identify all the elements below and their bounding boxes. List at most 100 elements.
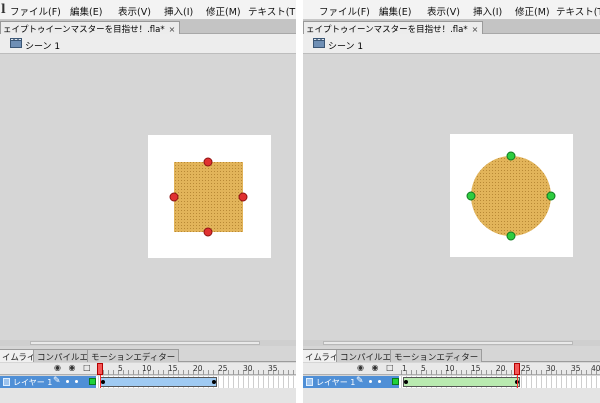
stage[interactable] [450,134,573,257]
layer-cell[interactable]: レイヤー 1 ✎ [0,376,96,388]
shape-tween-span[interactable] [100,377,217,387]
layer-row[interactable]: レイヤー 1 ✎ [0,376,296,388]
circle-shape[interactable] [471,156,551,236]
timeline-footer [0,388,296,403]
outline-icon[interactable]: □ [386,363,394,372]
menu-text[interactable]: テキスト(T) [556,4,600,18]
ruler-number: 15 [168,364,178,373]
ruler-number: 20 [193,364,203,373]
scene-label[interactable]: シーン 1 [328,39,363,52]
panel-divider [296,0,303,403]
tab-motion-editor[interactable]: モーションエディター [87,349,180,363]
panel-tab-bar: イムライン コンパイルエラー モーションエディター [0,349,296,363]
ruler-number: 25 [218,364,228,373]
layer-icon [3,378,10,386]
horizontal-scrollbar[interactable] [303,340,600,346]
layer-name[interactable]: レイヤー 1 [13,377,52,388]
panel-tab-bar: イムライン コンパイルエラー モーションエディター [303,349,600,363]
shape-hint-d[interactable] [466,191,476,201]
menu-modify[interactable]: 修正(M) [515,4,550,18]
keyframe-start[interactable] [404,380,408,384]
ruler-number: 5 [118,364,123,373]
shape-hint-b[interactable] [546,191,556,201]
timeline-ruler[interactable]: 1 5 10 15 20 25 30 35 40 [303,363,600,375]
outline-icon[interactable]: □ [83,363,91,372]
document-tab[interactable]: ェイプトゥイーンマスターを目指せ！.fla* × [303,21,484,35]
horizontal-scrollbar[interactable] [0,340,296,346]
menu-edit[interactable]: 編集(E) [70,4,102,18]
keyframe-start[interactable] [101,380,105,384]
shape-hint-c[interactable] [203,227,213,237]
menu-view[interactable]: 表示(V) [118,4,151,18]
eye-icon[interactable]: ◉ [357,363,364,372]
layer-name[interactable]: レイヤー 1 [316,377,355,388]
document-tab-bar: ェイプトゥイーンマスターを目指せ！.fla* × [303,20,600,35]
scene-bar: シーン 1 [303,34,600,54]
visibility-dot[interactable] [66,380,69,383]
document-tab-bar: ェイプトゥイーンマスターを目指せ！.fla* × [0,20,296,35]
menu-file[interactable]: ファイル(F) [319,4,370,18]
menu-insert[interactable]: 挿入(I) [164,4,193,18]
shape-hint-a[interactable] [203,157,213,167]
layer-header-icons: ◉ ◉ □ [357,363,394,375]
menu-insert[interactable]: 挿入(I) [473,4,502,18]
ruler-number: 35 [268,364,278,373]
shape-canvas [169,157,248,237]
outline-color-box[interactable] [89,378,96,385]
stage-area [0,55,296,345]
shape-canvas [466,151,556,241]
ruler-number: 30 [546,364,556,373]
keyframe-end[interactable] [212,380,216,384]
scrollbar-thumb[interactable] [323,341,573,345]
scene-icon[interactable] [313,38,325,48]
timeline-ruler[interactable]: 5 10 15 20 25 30 35 [0,363,296,375]
close-icon[interactable]: × [472,25,479,34]
app-logo: l [1,2,6,16]
menu-text[interactable]: テキスト(T) [248,4,296,18]
ruler-number: 20 [496,364,506,373]
visibility-dot[interactable] [369,380,372,383]
shape-hint-c[interactable] [506,231,516,241]
shape-hint-a[interactable] [506,151,516,161]
lock-dot[interactable] [75,380,78,383]
tab-motion-editor[interactable]: モーションエディター [390,349,483,363]
layer-cell[interactable]: レイヤー 1 ✎ [303,376,399,388]
menu-modify[interactable]: 修正(M) [206,4,241,18]
shape-hint-d[interactable] [169,192,179,202]
stage[interactable] [148,135,271,258]
scrollbar-thumb[interactable] [30,341,260,345]
ruler-number: 1 [402,364,407,373]
stage-area [303,55,600,345]
layer-icon [306,378,313,386]
ruler-number: 10 [445,364,455,373]
right-screenshot-panel: ファイル(F) 編集(E) 表示(V) 挿入(I) 修正(M) テキスト(T) … [303,0,600,403]
lock-icon[interactable]: ◉ [372,363,379,372]
ruler-number: 35 [571,364,581,373]
outline-color-box[interactable] [392,378,399,385]
lock-dot[interactable] [378,380,381,383]
scene-bar: シーン 1 [0,34,296,54]
ruler-number: 5 [421,364,426,373]
layer-row[interactable]: レイヤー 1 ✎ [303,376,600,388]
scene-icon[interactable] [10,38,22,48]
menu-file[interactable]: ファイル(F) [10,4,61,18]
shape-hint-b[interactable] [238,192,248,202]
menu-bar: ファイル(F) 編集(E) 表示(V) 挿入(I) 修正(M) テキスト(T) [303,0,600,20]
close-icon[interactable]: × [169,25,176,34]
scene-label[interactable]: シーン 1 [25,39,60,52]
ruler-number: 30 [243,364,253,373]
playhead[interactable] [97,363,103,375]
eye-icon[interactable]: ◉ [54,363,61,372]
menu-edit[interactable]: 編集(E) [379,4,411,18]
pencil-icon: ✎ [356,376,364,386]
square-shape[interactable] [174,162,243,232]
menu-view[interactable]: 表示(V) [427,4,460,18]
left-screenshot-panel: l ファイル(F) 編集(E) 表示(V) 挿入(I) 修正(M) テキスト(T… [0,0,296,403]
document-tab[interactable]: ェイプトゥイーンマスターを目指せ！.fla* × [0,21,181,35]
lock-icon[interactable]: ◉ [69,363,76,372]
playhead[interactable] [514,363,520,375]
shape-tween-span[interactable] [403,377,520,387]
ruler-number: 25 [521,364,531,373]
ruler-number: 40 [591,364,600,373]
timeline-footer [303,388,600,403]
